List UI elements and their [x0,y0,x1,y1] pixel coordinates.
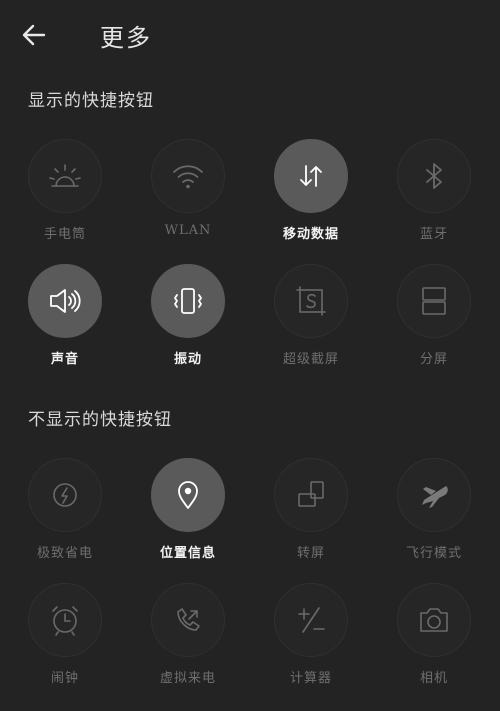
tile-label: 计算器 [289,671,332,686]
tile-wlan[interactable]: WLAN [143,139,233,249]
tile-bluetooth[interactable]: 蓝牙 [389,139,479,249]
back-button[interactable] [18,18,52,52]
airplane-icon [422,486,448,508]
tile-alarm[interactable]: 闹钟 [20,583,110,693]
power-saving-icon [53,483,77,507]
tile-label: 虚拟来电 [159,671,216,686]
tile-label: 分屏 [419,352,448,367]
tile-circle [28,264,102,338]
tile-mobile-data[interactable]: 移动数据 [266,139,356,249]
tile-calculator[interactable]: 计算器 [266,583,356,693]
tile-label: 相机 [419,671,448,686]
tile-circle [151,458,225,532]
tile-label: 超级截屏 [282,352,339,367]
tile-rotate-screen[interactable]: 转屏 [266,458,356,568]
tile-vibrate[interactable]: 振动 [143,264,233,374]
virtual-call-icon [177,608,200,631]
bluetooth-icon [426,163,442,189]
tile-split-screen[interactable]: 分屏 [389,264,479,374]
super-screenshot-icon [296,286,326,316]
tile-label: 蓝牙 [419,227,448,242]
vibrate-icon [174,288,202,314]
tile-circle [274,458,348,532]
tile-circle [274,139,348,213]
tile-label: 闹钟 [50,671,79,686]
tile-label: WLAN [164,223,212,238]
tile-circle [151,139,225,213]
tile-circle [397,583,471,657]
tile-label: 飞行模式 [405,546,462,561]
tile-label: 位置信息 [159,546,216,561]
tile-circle [397,139,471,213]
tile-circle [274,583,348,657]
flashlight-icon [49,164,81,187]
rotate-screen-icon [298,481,324,507]
mobile-data-icon [300,165,322,187]
tile-label: 声音 [50,352,79,367]
sound-icon [50,289,81,313]
tile-circle [28,458,102,532]
tile-label: 手电筒 [43,227,86,242]
tile-virtual-call[interactable]: 虚拟来电 [143,583,233,693]
tile-label: 移动数据 [282,227,339,242]
tile-camera[interactable]: 相机 [389,583,479,693]
back-arrow-icon [22,24,46,46]
split-screen-icon [422,287,446,315]
tile-super-screenshot[interactable]: 超级截屏 [266,264,356,374]
tile-airplane-mode[interactable]: 飞行模式 [389,458,479,568]
hidden-section-title: 不显示的快捷按钮 [28,410,172,430]
tile-label: 振动 [173,352,202,367]
header: 更多 [0,0,500,70]
tile-circle [274,264,348,338]
tile-circle [28,139,102,213]
alarm-icon [52,606,78,636]
location-icon [178,481,198,509]
tile-circle [397,458,471,532]
tile-circle [151,583,225,657]
camera-icon [420,608,448,632]
tile-sound[interactable]: 声音 [20,264,110,374]
tile-circle [151,264,225,338]
tile-location[interactable]: 位置信息 [143,458,233,568]
tile-flashlight[interactable]: 手电筒 [20,139,110,249]
shown-section-title: 显示的快捷按钮 [28,91,154,111]
tile-circle [28,583,102,657]
calculator-icon [298,607,325,633]
tile-circle [397,264,471,338]
page-title: 更多 [100,24,152,52]
tile-label: 极致省电 [36,546,93,561]
wifi-icon [173,165,203,189]
tile-label: 转屏 [296,546,325,561]
tile-power-saving[interactable]: 极致省电 [20,458,110,568]
